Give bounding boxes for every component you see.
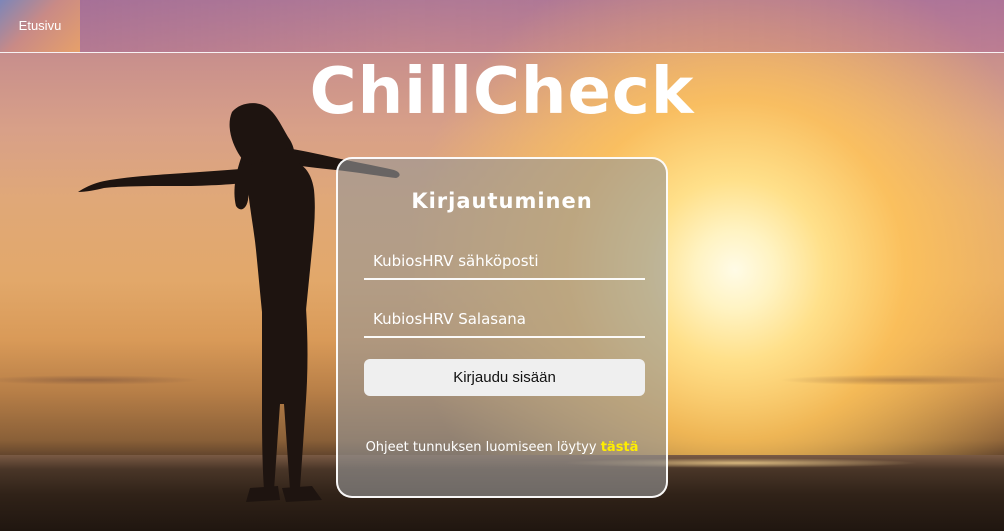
account-help-link[interactable]: tästä — [601, 440, 639, 455]
nav-home-link[interactable]: Etusivu — [0, 0, 80, 52]
password-field[interactable] — [364, 302, 645, 338]
login-form: Kirjautuminen Kirjaudu sisään Ohjeet tun… — [336, 157, 668, 498]
page-title: ChillCheck — [309, 55, 695, 129]
top-navigation-bar: Etusivu — [0, 0, 1004, 53]
login-heading: Kirjautuminen — [411, 189, 593, 213]
login-button[interactable]: Kirjaudu sisään — [364, 359, 645, 396]
account-help-text: Ohjeet tunnuksen luomiseen löytyy tästä — [338, 440, 666, 455]
account-help-label: Ohjeet tunnuksen luomiseen löytyy — [365, 440, 601, 455]
email-field[interactable] — [364, 244, 645, 280]
